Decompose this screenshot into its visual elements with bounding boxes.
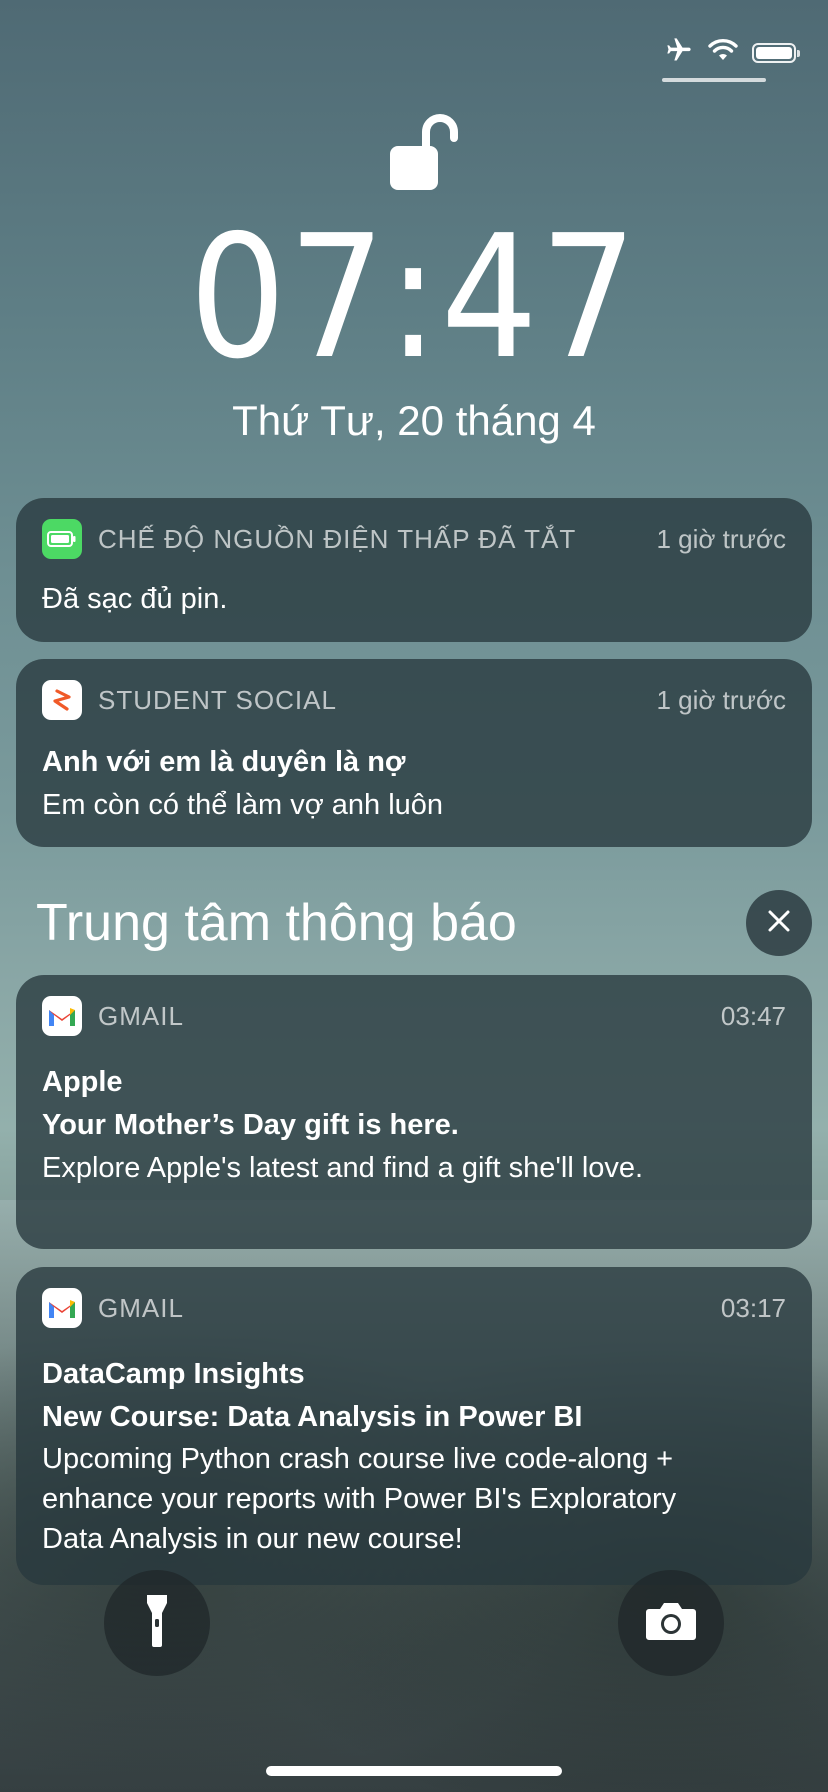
email-preview-line: enhance your reports with Power BI's Exp… (42, 1483, 677, 1515)
lock-screen-date: Thứ Tư, 20 tháng 4 (232, 397, 596, 444)
email-subject: Your Mother’s Day gift is here. (42, 1109, 459, 1141)
email-preview-line: Data Analysis in our new course! (42, 1523, 463, 1555)
airplane-icon (664, 36, 694, 69)
notification-body: Đã sạc đủ pin. (42, 583, 228, 615)
email-sender: Apple (42, 1066, 123, 1098)
control-center-indicator[interactable] (662, 78, 766, 82)
battery-app-icon (42, 519, 82, 559)
email-preview-line: Upcoming Python crash course live code-a… (42, 1443, 674, 1475)
camera-button[interactable] (618, 1570, 724, 1676)
flashlight-icon (144, 1593, 170, 1654)
notification-low-power[interactable]: CHẾ ĐỘ NGUỒN ĐIỆN THẤP ĐÃ TẮT 1 giờ trướ… (16, 498, 812, 642)
notification-title: Anh với em là duyên là nợ (42, 746, 406, 778)
lock-screen-time: 07:47 (189, 199, 639, 397)
notification-app-name: GMAIL (98, 1000, 184, 1031)
notification-app-name: STUDENT SOCIAL (98, 684, 337, 715)
notification-time: 03:47 (720, 1000, 786, 1031)
home-indicator[interactable] (266, 1766, 562, 1776)
notification-body: Em còn có thể làm vợ anh luôn (42, 789, 444, 821)
notification-header: CHẾ ĐỘ NGUỒN ĐIỆN THẤP ĐÃ TẮT 1 giờ trướ… (42, 498, 786, 576)
notification-header: STUDENT SOCIAL 1 giờ trước (42, 659, 786, 737)
status-bar (664, 36, 800, 69)
unlocked-padlock-icon (390, 106, 470, 190)
notification-student-social[interactable]: STUDENT SOCIAL 1 giờ trước Anh với em là… (16, 659, 812, 847)
notification-header: GMAIL 03:17 (42, 1267, 786, 1345)
notification-gmail-apple[interactable]: GMAIL 03:47 Apple Your Mother’s Day gift… (16, 975, 812, 1249)
gmail-icon (42, 1288, 82, 1328)
clear-notifications-button[interactable] (746, 890, 812, 956)
gmail-icon (42, 996, 82, 1036)
student-social-icon (42, 680, 82, 720)
notification-app-name: CHẾ ĐỘ NGUỒN ĐIỆN THẤP ĐÃ TẮT (98, 523, 577, 554)
close-icon (767, 909, 791, 938)
notification-center-title: Trung tâm thông báo (36, 894, 517, 952)
email-preview: Explore Apple's latest and find a gift s… (42, 1152, 644, 1184)
camera-icon (645, 1601, 697, 1646)
notification-time: 1 giờ trước (656, 684, 786, 715)
email-subject: New Course: Data Analysis in Power BI (42, 1401, 583, 1433)
flashlight-button[interactable] (104, 1570, 210, 1676)
battery-icon (752, 42, 800, 63)
notification-app-name: GMAIL (98, 1292, 184, 1323)
notification-time: 1 giờ trước (656, 523, 786, 554)
notification-header: GMAIL 03:47 (42, 975, 786, 1053)
wifi-icon (708, 38, 738, 67)
email-sender: DataCamp Insights (42, 1358, 305, 1390)
notification-gmail-datacamp[interactable]: GMAIL 03:17 DataCamp Insights New Course… (16, 1267, 812, 1585)
notification-time: 03:17 (720, 1292, 786, 1323)
